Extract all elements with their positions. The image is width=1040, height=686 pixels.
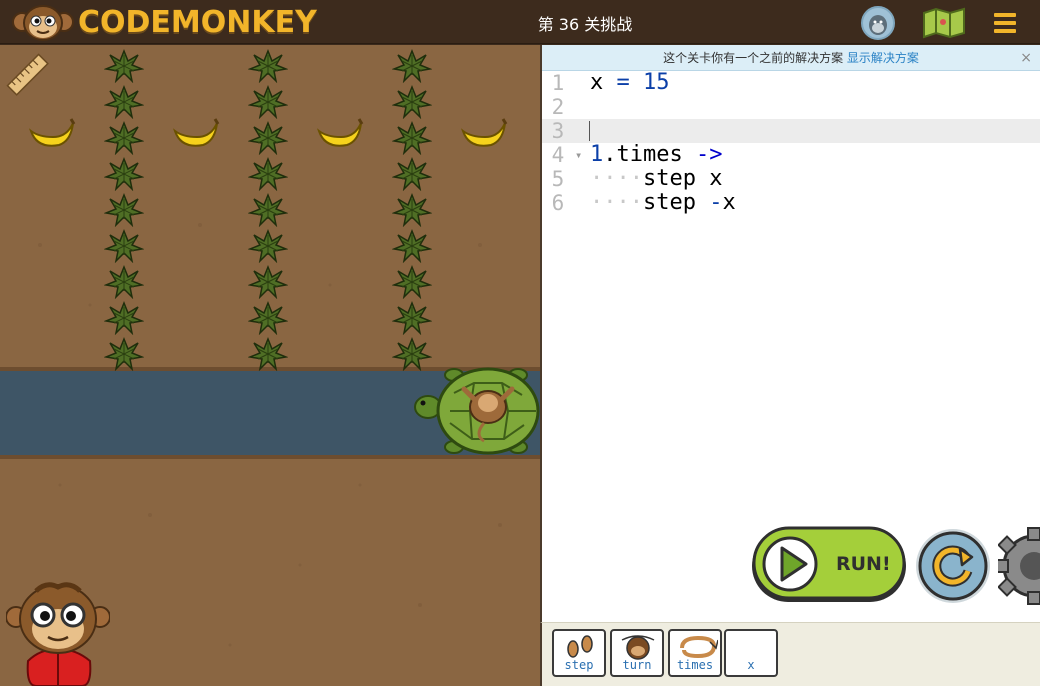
bush-icon — [104, 84, 144, 119]
code-line[interactable]: 5 ····step x — [542, 166, 1040, 192]
line-number: 5 — [551, 167, 565, 191]
code-line[interactable]: 1 x = 15 — [542, 70, 1040, 96]
bush-icon — [248, 192, 288, 227]
code-line-active[interactable]: 3 — [542, 119, 1040, 143]
turtle-with-monkey — [414, 367, 540, 455]
chip-label: step — [564, 658, 594, 672]
game-canvas — [0, 45, 540, 686]
bush-icon — [104, 192, 144, 227]
code-line[interactable]: 2 — [542, 95, 1040, 119]
reset-icon — [916, 529, 990, 603]
gorilla-avatar-icon[interactable] — [861, 6, 895, 40]
bush-icon — [248, 120, 288, 155]
run-button[interactable]: RUN! — [750, 526, 908, 606]
step-command-chip[interactable]: step — [552, 629, 606, 677]
bush-icon — [248, 300, 288, 335]
bush-icon — [392, 156, 432, 191]
line-number: 3 — [551, 119, 565, 143]
bush-icon — [392, 84, 432, 119]
bush-icon — [104, 336, 144, 371]
times-command-chip[interactable]: times — [668, 629, 722, 677]
run-label: RUN! — [836, 553, 891, 575]
bush-icon — [248, 84, 288, 119]
bush-icon — [104, 300, 144, 335]
bush-icon — [392, 192, 432, 227]
line-number: 2 — [551, 95, 565, 119]
top-bar: CODEMONKEY 第 36 关挑战 — [0, 0, 1040, 44]
line-number: 1 — [551, 71, 565, 95]
bush-icon — [104, 156, 144, 191]
monkey-turn-icon — [621, 635, 655, 660]
bush-icon — [248, 48, 288, 83]
chip-label: turn — [622, 658, 652, 672]
code-token: 15 — [643, 70, 670, 95]
bush-icon — [392, 300, 432, 335]
bush-icon — [104, 120, 144, 155]
banana-icon — [29, 118, 76, 147]
ruler-icon[interactable] — [6, 53, 50, 97]
command-palette: step turn times x — [540, 622, 1040, 686]
close-notice-icon[interactable]: × — [1020, 45, 1032, 71]
code-token: - — [709, 190, 723, 215]
bush-icon — [248, 264, 288, 299]
notice-text: 这个关卡你有一个之前的解决方案 — [663, 51, 847, 65]
indent-guide: ···· — [590, 166, 643, 191]
hamburger-menu-icon[interactable] — [990, 8, 1020, 38]
bush-icon — [248, 156, 288, 191]
banana-icon — [173, 118, 220, 147]
previous-solution-notice: 这个关卡你有一个之前的解决方案 显示解决方案 × — [542, 45, 1040, 71]
bush-icon — [392, 120, 432, 155]
chip-label: times — [676, 658, 714, 672]
map-icon[interactable] — [922, 7, 966, 39]
code-token: -> — [695, 142, 723, 167]
code-token: step x — [642, 166, 723, 191]
code-token: .times — [603, 142, 696, 167]
gear-icon[interactable] — [998, 526, 1040, 606]
bush-icon — [392, 48, 432, 83]
bush-icon — [392, 228, 432, 263]
indent-guide: ···· — [590, 190, 643, 215]
banana-icon — [317, 118, 364, 147]
bush-icon — [248, 336, 288, 371]
turn-command-chip[interactable]: turn — [610, 629, 664, 677]
monkey-character — [6, 582, 110, 686]
bush-icon — [104, 48, 144, 83]
code-line[interactable]: 4 ▾ 1.times -> — [542, 142, 1040, 168]
code-token: x — [590, 70, 604, 95]
reset-button[interactable] — [914, 527, 992, 605]
x-variable-chip[interactable]: x — [724, 629, 778, 677]
bush-icon — [104, 264, 144, 299]
bush-icon — [104, 228, 144, 263]
code-token: step — [642, 190, 710, 215]
fold-toggle-icon[interactable]: ▾ — [575, 143, 582, 167]
code-token: = — [603, 70, 643, 95]
text-cursor — [589, 121, 590, 141]
chip-label: x — [747, 658, 755, 672]
line-number: 4 — [551, 143, 565, 167]
footprints-icon — [567, 635, 593, 658]
code-token: 1 — [590, 142, 604, 167]
line-number: 6 — [551, 191, 565, 215]
loop-arrows-icon — [680, 635, 718, 659]
code-lines[interactable]: 1 x = 15 2 3 4 ▾ 1.times -> 5 ····step x… — [542, 71, 1040, 215]
bush-icon — [392, 264, 432, 299]
code-token: x — [722, 190, 736, 215]
banana-icon — [461, 118, 508, 147]
code-line[interactable]: 6 ····step -x — [542, 190, 1040, 216]
bush-icon — [248, 228, 288, 263]
show-solution-link[interactable]: 显示解决方案 — [847, 51, 919, 65]
